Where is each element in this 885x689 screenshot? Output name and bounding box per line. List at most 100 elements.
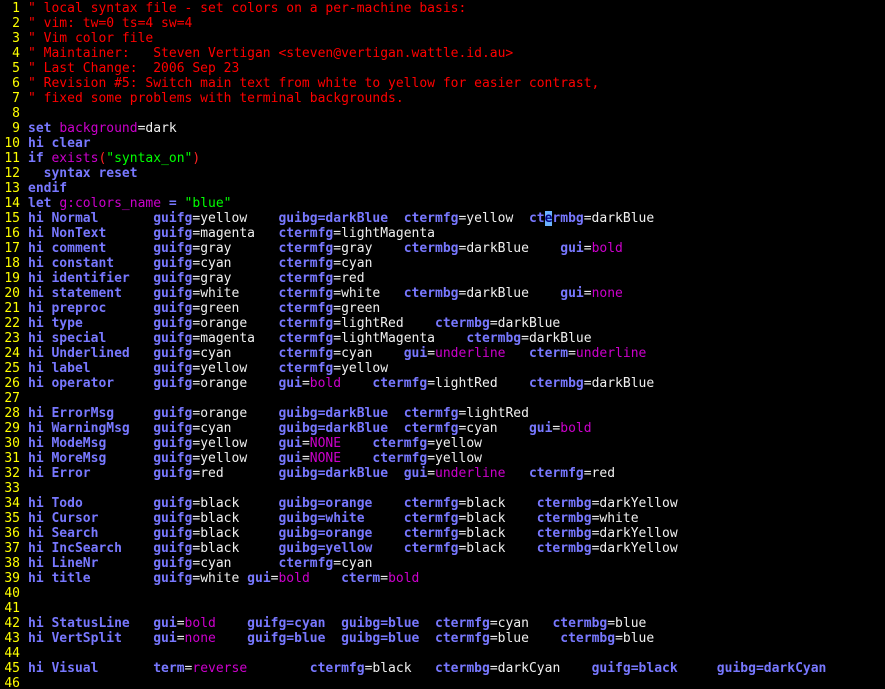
value-text: =gray — [192, 271, 279, 286]
value-text: =green — [192, 301, 279, 316]
line-content: hi Normal guifg=yellow guibg=darkBlue ct… — [20, 211, 654, 226]
code-line[interactable]: 1 " local syntax file - set colors on a p… — [0, 1, 885, 16]
keyword-text: hi preproc guifg — [28, 301, 193, 316]
code-line[interactable]: 39 hi title guifg=white gui=bold cterm=bo… — [0, 571, 885, 586]
code-line[interactable]: 4 " Maintainer: Steven Vertigan <steven@v… — [0, 46, 885, 61]
value-text: =cyan — [333, 346, 404, 361]
value-text: =white — [333, 286, 404, 301]
code-line[interactable]: 25 hi label guifg=yellow ctermfg=yellow — [0, 361, 885, 376]
code-line[interactable]: 23 hi special guifg=magenta ctermfg=light… — [0, 331, 885, 346]
keyword-text: gui — [560, 286, 584, 301]
code-line[interactable]: 31 hi MoreMsg guifg=yellow gui=NONE cterm… — [0, 451, 885, 466]
code-line[interactable]: 7 " fixed some problems with terminal bac… — [0, 91, 885, 106]
value-text: =orange — [192, 316, 279, 331]
code-line[interactable]: 12 syntax reset — [0, 166, 885, 181]
vim-editor[interactable]: 1 " local syntax file - set colors on a p… — [0, 0, 885, 689]
comment-text: " Revision #5: Switch main text from whi… — [28, 76, 600, 91]
code-line[interactable]: 9 set background=dark — [0, 121, 885, 136]
line-number: 16 — [4, 226, 20, 241]
code-line[interactable]: 43 hi VertSplit gui=none guifg=blue guibg… — [0, 631, 885, 646]
string-literal: "blue" — [184, 196, 232, 211]
code-line[interactable]: 38 hi LineNr guifg=cyan ctermfg=cyan — [0, 556, 885, 571]
code-line[interactable]: 8 — [0, 106, 885, 121]
line-number: 31 — [4, 451, 20, 466]
code-line[interactable]: 20 hi statement guifg=white ctermfg=white… — [0, 286, 885, 301]
line-content: hi statement guifg=white ctermfg=white c… — [20, 286, 623, 301]
line-content: " fixed some problems with terminal back… — [20, 91, 404, 106]
code-line[interactable]: 42 hi StatusLine gui=bold guifg=cyan guib… — [0, 616, 885, 631]
code-line[interactable]: 3 " Vim color file — [0, 31, 885, 46]
code-line[interactable]: 2 " vim: tw=0 ts=4 sw=4 — [0, 16, 885, 31]
value-text: =yellow — [192, 211, 279, 226]
code-line[interactable]: 27 — [0, 391, 885, 406]
keyword-text: syntax reset — [28, 166, 138, 181]
line-content — [20, 481, 28, 496]
code-line[interactable]: 18 hi constant guifg=cyan ctermfg=cyan — [0, 256, 885, 271]
keyword-text: hi special guifg — [28, 331, 193, 346]
keyword-text: gui — [528, 421, 553, 436]
code-line[interactable]: 5 " Last Change: 2006 Sep 23 — [0, 61, 885, 76]
code-line[interactable]: 28 hi ErrorMsg guifg=orange guibg=darkBlu… — [0, 406, 885, 421]
code-line[interactable]: 32 hi Error guifg=red guibg=darkBlue gui=… — [0, 466, 885, 481]
code-line[interactable]: 10 hi clear — [0, 136, 885, 151]
line-content: hi title guifg=white gui=bold cterm=bold — [20, 571, 419, 586]
keyword-text: hi Todo guifg — [28, 496, 193, 511]
line-number: 11 — [4, 151, 20, 166]
line-content: syntax reset — [20, 166, 138, 181]
line-number: 7 — [12, 91, 20, 106]
code-line[interactable]: 29 hi WarningMsg guifg=cyan guibg=darkBlu… — [0, 421, 885, 436]
attribute-value: none — [591, 286, 623, 301]
code-line[interactable]: 22 hi type guifg=orange ctermfg=lightRed … — [0, 316, 885, 331]
code-line[interactable]: 6 " Revision #5: Switch main text from wh… — [0, 76, 885, 91]
keyword-text: ctermbg — [536, 511, 592, 526]
code-line[interactable]: 11 if exists("syntax_on") — [0, 151, 885, 166]
code-line[interactable]: 40 — [0, 586, 885, 601]
line-content: " Revision #5: Switch main text from whi… — [20, 76, 599, 91]
code-line[interactable]: 17 hi comment guifg=gray ctermfg=gray cte… — [0, 241, 885, 256]
line-content: endif — [20, 181, 67, 196]
line-number: 2 — [12, 16, 20, 31]
line-content: hi special guifg=magenta ctermfg=lightMa… — [20, 331, 592, 346]
code-line[interactable]: 34 hi Todo guifg=black guibg=orange cterm… — [0, 496, 885, 511]
code-line[interactable]: 13 endif — [0, 181, 885, 196]
keyword-text: hi WarningMsg guifg — [28, 421, 193, 436]
keyword-text: ctermbg — [403, 286, 459, 301]
code-line[interactable]: 37 hi IncSearch guifg=black guibg=yellow … — [0, 541, 885, 556]
line-content: hi NonText guifg=magenta ctermfg=lightMa… — [20, 226, 435, 241]
code-line[interactable]: 46 — [0, 676, 885, 689]
attribute-value: bold — [309, 376, 373, 391]
code-line[interactable]: 15 hi Normal guifg=yellow guibg=darkBlue … — [0, 211, 885, 226]
code-line[interactable]: 30 hi ModeMsg guifg=yellow gui=NONE cterm… — [0, 436, 885, 451]
keyword-text: = — [168, 196, 185, 211]
code-line[interactable]: 41 — [0, 601, 885, 616]
code-line[interactable]: 21 hi preproc guifg=green ctermfg=green — [0, 301, 885, 316]
value-text: =lightRed — [427, 376, 529, 391]
keyword-text: ctermfg — [278, 361, 334, 376]
line-number: 25 — [4, 361, 20, 376]
code-line[interactable]: 35 hi Cursor guifg=black guibg=white cter… — [0, 511, 885, 526]
line-number: 4 — [12, 46, 20, 61]
paren: ) — [192, 151, 201, 166]
code-line[interactable]: 26 hi operator guifg=orange gui=bold cter… — [0, 376, 885, 391]
line-number: 18 — [4, 256, 20, 271]
keyword-text: gui — [278, 436, 302, 451]
code-line[interactable]: 14 let g:colors_name = "blue" — [0, 196, 885, 211]
keyword-text: hi identifier guifg — [28, 271, 193, 286]
value-text: =darkBlue — [458, 286, 561, 301]
code-line[interactable]: 45 hi Visual term=reverse ctermfg=black c… — [0, 661, 885, 676]
value-text: =red — [583, 466, 616, 481]
code-line[interactable]: 44 — [0, 646, 885, 661]
line-content: " vim: tw=0 ts=4 sw=4 — [20, 16, 192, 31]
code-line[interactable]: 19 hi identifier guifg=gray ctermfg=red — [0, 271, 885, 286]
line-content: hi preproc guifg=green ctermfg=green — [20, 301, 380, 316]
keyword-text: hi label guifg — [28, 361, 193, 376]
code-line[interactable]: 33 — [0, 481, 885, 496]
code-line[interactable]: 16 hi NonText guifg=magenta ctermfg=light… — [0, 226, 885, 241]
keyword-text: ctermfg — [528, 466, 584, 481]
line-content — [20, 391, 28, 406]
line-content — [20, 586, 28, 601]
line-number: 21 — [4, 301, 20, 316]
line-number: 1 — [12, 1, 20, 16]
code-line[interactable]: 24 hi Underlined guifg=cyan ctermfg=cyan … — [0, 346, 885, 361]
code-line[interactable]: 36 hi Search guifg=black guibg=orange cte… — [0, 526, 885, 541]
